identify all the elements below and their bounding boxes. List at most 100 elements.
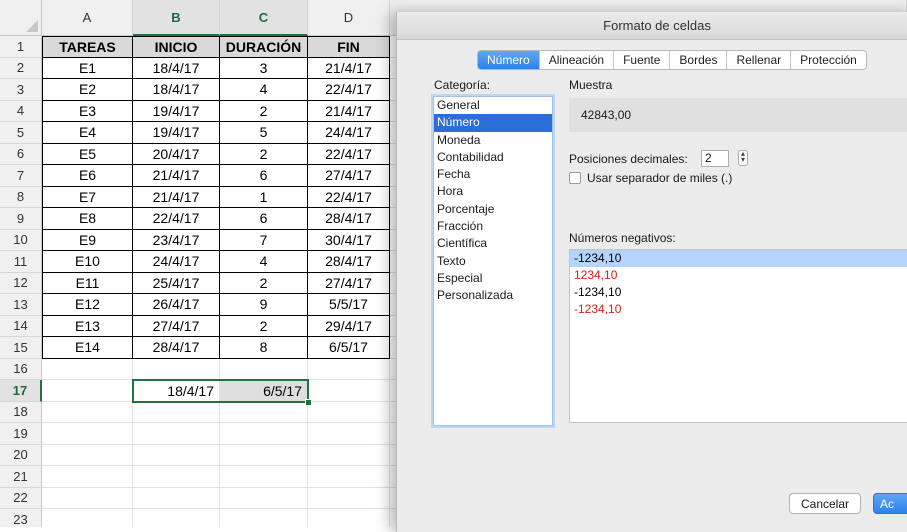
column-header-d[interactable]: D [308, 0, 390, 36]
table-cell[interactable]: 21/4/17 [133, 186, 220, 208]
category-item[interactable]: Porcentaje [434, 201, 552, 218]
category-item[interactable]: Fecha [434, 166, 552, 183]
row-header-16[interactable]: 16 [0, 358, 42, 380]
table-cell[interactable]: 6 [220, 208, 308, 230]
row-header-21[interactable]: 21 [0, 466, 42, 488]
table-cell[interactable]: 22/4/17 [308, 79, 390, 101]
table-cell[interactable]: 19/4/17 [133, 122, 220, 144]
negative-format-item[interactable]: -1234,10 [570, 301, 907, 318]
fill-handle[interactable] [305, 398, 312, 406]
decimals-input[interactable]: 2 [701, 150, 729, 167]
category-item[interactable]: Especial [434, 270, 552, 287]
table-cell[interactable]: 6 [220, 165, 308, 187]
table-cell[interactable]: E9 [42, 229, 133, 251]
table-cell[interactable]: 23/4/17 [133, 229, 220, 251]
row-header-18[interactable]: 18 [0, 401, 42, 423]
tab-fuente[interactable]: Fuente [614, 51, 671, 69]
row-header-8[interactable]: 8 [0, 186, 42, 208]
table-cell[interactable]: 29/4/17 [308, 315, 390, 337]
table-cell[interactable]: 3 [220, 57, 308, 79]
category-item[interactable]: Científica [434, 235, 552, 252]
table-cell[interactable]: E2 [42, 79, 133, 101]
column-header-b[interactable]: B [133, 0, 220, 36]
table-cell[interactable]: 20/4/17 [133, 143, 220, 165]
table-cell[interactable]: 27/4/17 [133, 315, 220, 337]
row-header-4[interactable]: 4 [0, 100, 42, 122]
category-item[interactable]: Personalizada [434, 287, 552, 304]
row-header-7[interactable]: 7 [0, 165, 42, 187]
category-item[interactable]: General [434, 97, 552, 114]
table-cell[interactable]: 21/4/17 [308, 57, 390, 79]
tab-rellenar[interactable]: Rellenar [727, 51, 792, 69]
table-cell[interactable]: E3 [42, 100, 133, 122]
row-header-3[interactable]: 3 [0, 79, 42, 101]
table-cell[interactable]: 5 [220, 122, 308, 144]
tab-proteccion[interactable]: Protección [791, 51, 866, 69]
table-cell[interactable]: 8 [220, 337, 308, 359]
row-header-22[interactable]: 22 [0, 487, 42, 509]
table-cell[interactable]: 2 [220, 272, 308, 294]
table-cell[interactable]: E7 [42, 186, 133, 208]
table-cell[interactable]: 27/4/17 [308, 272, 390, 294]
category-item[interactable]: Hora [434, 183, 552, 200]
table-cell[interactable]: 28/4/17 [308, 208, 390, 230]
table-cell[interactable]: 2 [220, 315, 308, 337]
table-cell[interactable]: 7 [220, 229, 308, 251]
negative-format-item[interactable]: -1234,10 [570, 250, 907, 267]
table-cell[interactable]: E11 [42, 272, 133, 294]
table-cell[interactable]: 22/4/17 [308, 143, 390, 165]
tab-numero[interactable]: Número [478, 51, 540, 69]
table-cell[interactable]: 28/4/17 [133, 337, 220, 359]
thousands-separator-checkbox[interactable] [569, 172, 581, 184]
row-header-2[interactable]: 2 [0, 57, 42, 79]
select-all-corner[interactable] [0, 0, 42, 36]
table-cell[interactable]: 4 [220, 251, 308, 273]
table-cell[interactable]: 24/4/17 [308, 122, 390, 144]
table-cell[interactable]: 28/4/17 [308, 251, 390, 273]
column-header-a[interactable]: A [42, 0, 133, 36]
row-header-17[interactable]: 17 [0, 380, 42, 402]
row-header-10[interactable]: 10 [0, 229, 42, 251]
row-header-11[interactable]: 11 [0, 251, 42, 273]
table-cell[interactable]: 2 [220, 143, 308, 165]
row-header-9[interactable]: 9 [0, 208, 42, 230]
table-cell[interactable]: 26/4/17 [133, 294, 220, 316]
row-header-15[interactable]: 15 [0, 337, 42, 359]
negative-numbers-list[interactable]: -1234,10 1234,10 -1234,10 -1234,10 [569, 249, 907, 423]
table-cell[interactable]: E4 [42, 122, 133, 144]
table-cell[interactable]: E6 [42, 165, 133, 187]
row-header-1[interactable]: 1 [0, 36, 42, 58]
category-item[interactable]: Moneda [434, 132, 552, 149]
table-cell[interactable]: E1 [42, 57, 133, 79]
category-list[interactable]: General Número Moneda Contabilidad Fecha Hora… [433, 96, 553, 426]
cancel-button[interactable]: Cancelar [789, 493, 861, 514]
table-cell[interactable]: 21/4/17 [133, 165, 220, 187]
table-cell[interactable]: 21/4/17 [308, 100, 390, 122]
table-cell[interactable]: 18/4/17 [133, 57, 220, 79]
table-cell[interactable]: 30/4/17 [308, 229, 390, 251]
table-cell[interactable]: 27/4/17 [308, 165, 390, 187]
table-cell[interactable]: 9 [220, 294, 308, 316]
table-cell[interactable]: 1 [220, 186, 308, 208]
table-cell[interactable]: 22/4/17 [308, 186, 390, 208]
column-header-c[interactable]: C [220, 0, 308, 36]
table-cell[interactable]: 25/4/17 [133, 272, 220, 294]
category-item[interactable]: Número [434, 114, 552, 132]
negative-format-item[interactable]: 1234,10 [570, 267, 907, 284]
tab-alineacion[interactable]: Alineación [540, 51, 615, 69]
row-header-14[interactable]: 14 [0, 315, 42, 337]
row-header-20[interactable]: 20 [0, 444, 42, 466]
table-header-cell[interactable]: DURACIÓN [220, 36, 308, 58]
row-header-23[interactable]: 23 [0, 509, 42, 527]
row-header-5[interactable]: 5 [0, 122, 42, 144]
row-header-13[interactable]: 13 [0, 294, 42, 316]
table-cell[interactable]: E14 [42, 337, 133, 359]
row-header-19[interactable]: 19 [0, 423, 42, 445]
negative-format-item[interactable]: -1234,10 [570, 284, 907, 301]
accept-button[interactable]: Ac [873, 493, 907, 514]
category-item[interactable]: Contabilidad [434, 149, 552, 166]
table-cell[interactable]: E8 [42, 208, 133, 230]
category-item[interactable]: Fracción [434, 218, 552, 235]
tab-bordes[interactable]: Bordes [670, 51, 728, 69]
table-cell[interactable]: 4 [220, 79, 308, 101]
